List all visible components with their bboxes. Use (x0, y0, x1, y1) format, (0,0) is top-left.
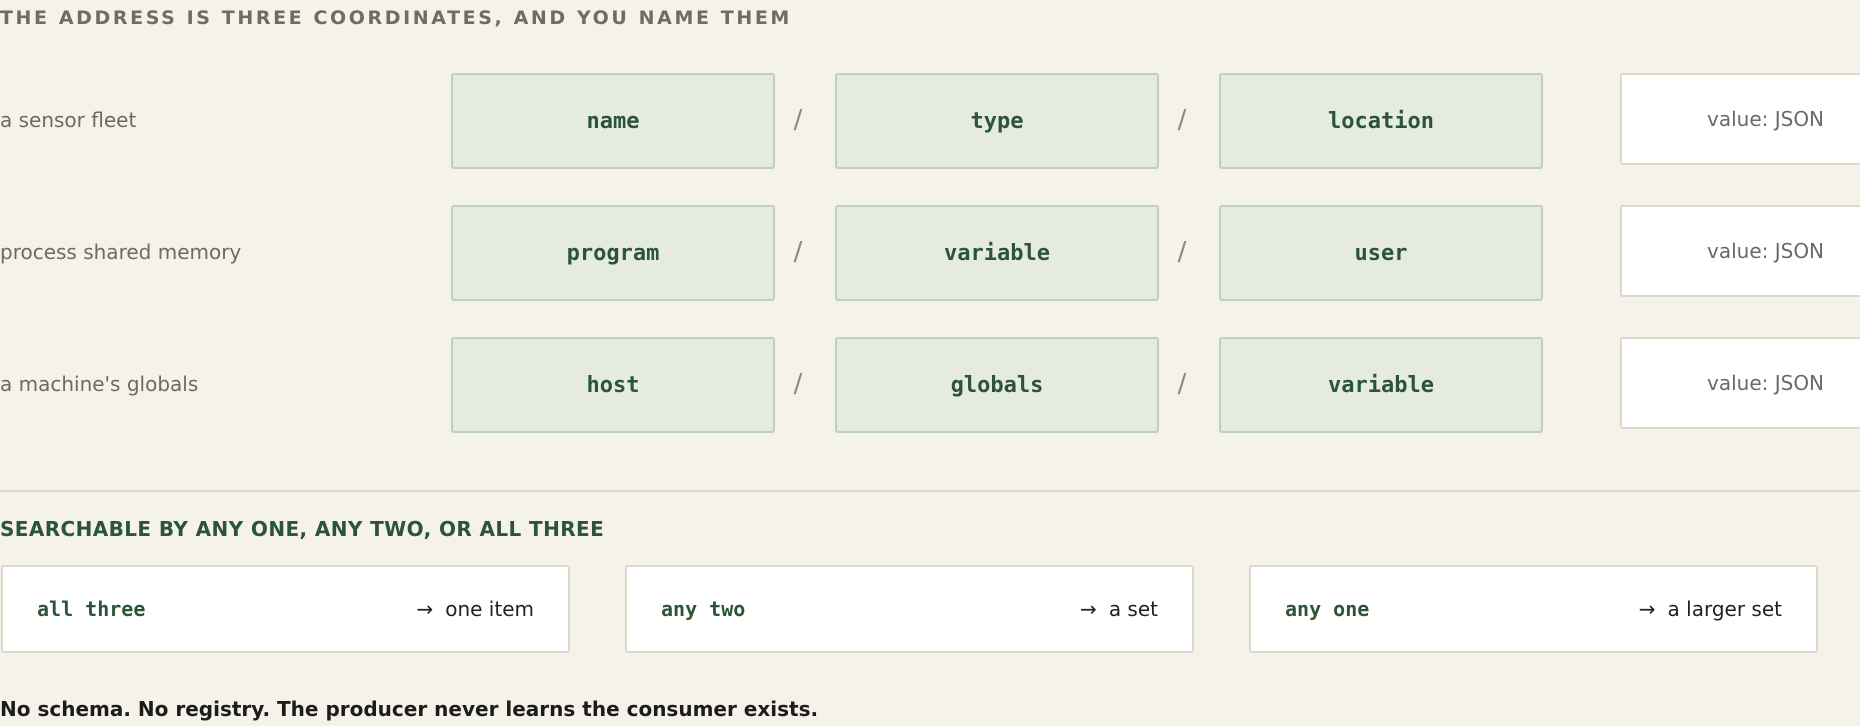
coord-type: type (835, 73, 1159, 169)
coord-user: user (1219, 205, 1543, 301)
search-key: any one (1285, 597, 1370, 621)
search-result: → a set (1080, 567, 1158, 651)
separator-slash: / (793, 369, 803, 399)
section-divider (0, 490, 1860, 492)
search-result: → a larger set (1639, 567, 1782, 651)
search-key: any two (661, 597, 746, 621)
row-label-machine-globals: a machine's globals (0, 372, 199, 396)
search-result-text: a set (1108, 597, 1158, 621)
arrow-right-icon: → (1080, 597, 1097, 621)
arrow-right-icon: → (416, 597, 434, 621)
separator-slash: / (1177, 369, 1187, 399)
coord-variable: variable (835, 205, 1159, 301)
separator-slash: / (793, 237, 803, 267)
value-box: value: JSON (1620, 205, 1860, 297)
coord-host: host (451, 337, 775, 433)
search-result-text: one item (445, 597, 534, 621)
separator-slash: / (793, 105, 803, 135)
search-card-any-one: any one → a larger set (1249, 565, 1818, 653)
arrow-right-icon: → (1638, 597, 1656, 621)
separator-slash: / (1177, 105, 1187, 135)
search-key: all three (37, 597, 146, 621)
footer-statement: No schema. No registry. The producer nev… (0, 697, 819, 721)
value-box: value: JSON (1620, 337, 1860, 429)
value-box: value: JSON (1620, 73, 1860, 165)
search-heading: SEARCHABLE BY ANY ONE, ANY TWO, OR ALL T… (0, 517, 605, 541)
coord-globals: globals (835, 337, 1159, 433)
search-card-all-three: all three → one item (1, 565, 570, 653)
search-result: → one item (416, 567, 534, 651)
separator-slash: / (1177, 237, 1187, 267)
row-label-sensor-fleet: a sensor fleet (0, 108, 137, 132)
search-card-any-two: any two → a set (625, 565, 1194, 653)
coord-variable: variable (1219, 337, 1543, 433)
search-result-text: a larger set (1667, 597, 1782, 621)
section-heading: THE ADDRESS IS THREE COORDINATES, AND YO… (0, 7, 792, 29)
coord-location: location (1219, 73, 1543, 169)
row-label-process-shared-memory: process shared memory (0, 240, 242, 264)
coord-program: program (451, 205, 775, 301)
coord-name: name (451, 73, 775, 169)
